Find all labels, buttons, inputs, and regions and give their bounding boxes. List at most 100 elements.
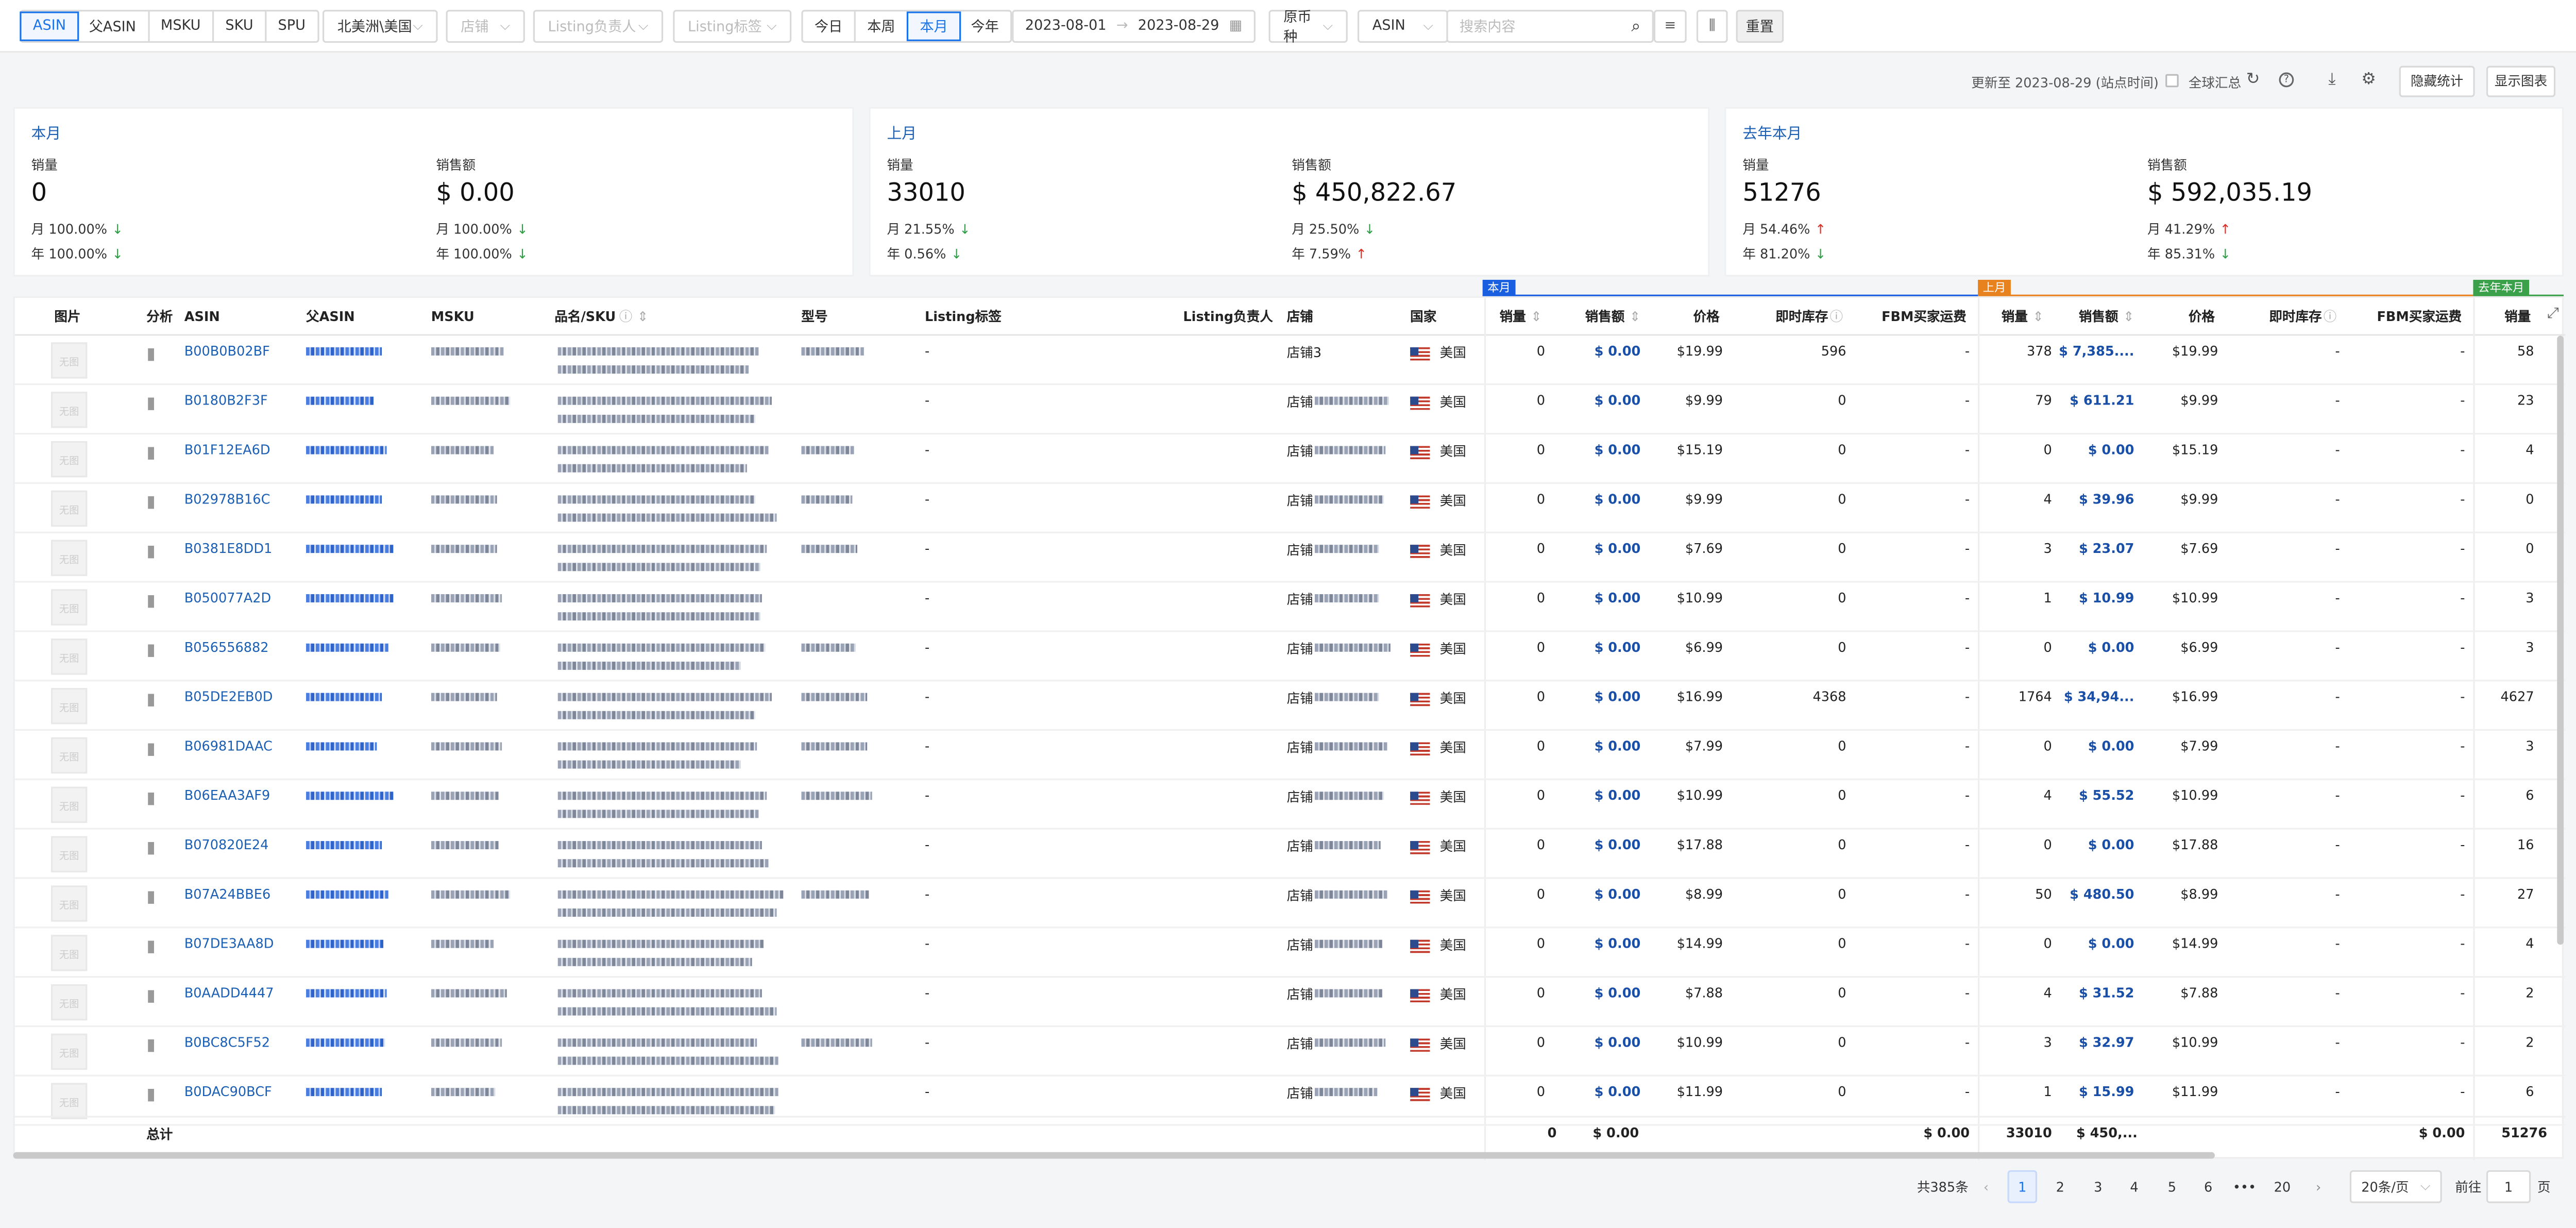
col-fbm-1[interactable]: FBM买家运费 — [1882, 298, 1967, 334]
sort-icon[interactable]: ⇕ — [637, 309, 648, 324]
sort-icon[interactable]: ⇕ — [1630, 309, 1640, 324]
page-button[interactable]: 3 — [2083, 1170, 2112, 1203]
col-name-sku[interactable]: 品名/SKU ⓘ ⇕ — [554, 298, 648, 334]
asin-link[interactable]: B0AADD4447 — [184, 986, 274, 1001]
page-button[interactable]: 1 — [2007, 1170, 2038, 1203]
owner-select[interactable]: Listing负责人 ⌵ — [533, 10, 664, 43]
bar-chart-icon[interactable]: ▮ — [146, 395, 156, 413]
table-row[interactable]: 无图 ▮ B0180B2F3F - 店铺 美国 0 $ 0.00 $9.99 0 - 79 $ 611.… — [14, 385, 2566, 435]
table-row[interactable]: 无图 ▮ B0AADD4447 - 店铺 美国 0 $ 0.00 $7.88 0 - 4 $ 31.52… — [14, 978, 2566, 1027]
asin-link[interactable]: B0DAC90BCF — [184, 1085, 272, 1100]
period-year[interactable]: 今年 — [959, 11, 1010, 41]
list-icon[interactable]: ≡ — [1653, 10, 1687, 43]
bar-chart-icon[interactable]: ▮ — [146, 987, 156, 1005]
table-row[interactable]: 无图 ▮ B050077A2D - 店铺 美国 0 $ 0.00 $10.99 0 - 1 $ 10.9… — [14, 583, 2566, 632]
sort-icon[interactable]: ⇕ — [1531, 309, 1541, 324]
asin-link[interactable]: B07DE3AA8D — [184, 936, 274, 951]
region-select[interactable]: 北美洲\美国 ⌵ — [323, 10, 438, 43]
tag-select[interactable]: Listing标签 ⌵ — [673, 10, 792, 43]
sort-icon[interactable]: ⇕ — [2032, 309, 2043, 324]
bar-chart-icon[interactable]: ▮ — [146, 1037, 156, 1055]
table-row[interactable]: 无图 ▮ B0381E8DD1 - 店铺 美国 0 $ 0.00 $7.69 0 - 3 $ 23.07… — [14, 533, 2566, 583]
dim-asin[interactable]: ASIN — [20, 11, 79, 41]
col-analysis[interactable]: 分析 — [146, 298, 173, 334]
bar-chart-icon[interactable]: ▮ — [146, 938, 156, 956]
col-model[interactable]: 型号 — [801, 298, 827, 334]
horizontal-scrollbar[interactable] — [13, 1152, 2215, 1159]
search-field-select[interactable]: ASIN ⌵ — [1357, 10, 1448, 43]
col-price-2[interactable]: 价格 — [2189, 298, 2215, 334]
table-row[interactable]: 无图 ▮ B0BC8C5F52 - 店铺 美国 0 $ 0.00 $10.99 0 - 3 $ 32.9… — [14, 1027, 2566, 1076]
page-button[interactable]: 5 — [2157, 1170, 2187, 1203]
col-listing-tag[interactable]: Listing标签 — [925, 298, 1002, 334]
col-amt-1[interactable]: 销售额 ⇕ — [1585, 298, 1641, 334]
vertical-scrollbar[interactable] — [2557, 335, 2564, 945]
asin-link[interactable]: B050077A2D — [184, 591, 271, 606]
date-range-picker[interactable]: 2023-08-01 → 2023-08-29 ▦ — [1012, 10, 1256, 43]
asin-link[interactable]: B07A24BBE6 — [184, 887, 271, 902]
col-qty-1[interactable]: 销量 ⇕ — [1500, 298, 1542, 334]
table-row[interactable]: 无图 ▮ B01F12EA6D - 店铺 美国 0 $ 0.00 $15.19 0 - 0 $ 0.00… — [14, 434, 2566, 484]
help-icon[interactable]: ? — [2279, 72, 2294, 88]
bar-chart-icon[interactable]: ▮ — [146, 839, 156, 857]
next-page-icon[interactable]: › — [2303, 1170, 2333, 1203]
refresh-icon[interactable]: ↻ — [2246, 71, 2260, 89]
hide-stats-button[interactable]: 隐藏统计 — [2399, 65, 2475, 97]
col-image[interactable]: 图片 — [54, 298, 80, 334]
search-input[interactable]: 搜索内容 ⌕ — [1446, 10, 1654, 43]
global-summary-checkbox[interactable] — [2165, 74, 2179, 88]
column-settings-icon[interactable]: ⫼ — [1696, 10, 1728, 43]
bar-chart-icon[interactable]: ▮ — [146, 346, 156, 364]
download-icon[interactable]: ⤓ — [2328, 71, 2335, 89]
table-row[interactable]: 无图 ▮ B02978B16C - 店铺 美国 0 $ 0.00 $9.99 0 - 4 $ 39.96… — [14, 484, 2566, 533]
reset-button[interactable]: 重置 — [1736, 10, 1784, 43]
store-select[interactable]: 店铺 ⌵ — [446, 10, 525, 43]
asin-link[interactable]: B0BC8C5F52 — [184, 1035, 270, 1050]
sort-icon[interactable]: ⇕ — [2123, 309, 2134, 324]
period-today[interactable]: 今日 — [803, 11, 856, 41]
bar-chart-icon[interactable]: ▮ — [146, 593, 156, 611]
dim-sku[interactable]: SKU — [214, 11, 267, 41]
col-store[interactable]: 店铺 — [1287, 298, 1313, 334]
bar-chart-icon[interactable]: ▮ — [146, 1086, 156, 1104]
col-parent-asin[interactable]: 父ASIN — [306, 298, 355, 334]
bar-chart-icon[interactable]: ▮ — [146, 494, 156, 512]
col-msku[interactable]: MSKU — [431, 298, 474, 334]
col-amt-2[interactable]: 销售额 ⇕ — [2079, 298, 2134, 334]
col-stock-1[interactable]: 即时库存 ⓘ — [1775, 298, 1843, 334]
asin-link[interactable]: B056556882 — [184, 640, 269, 655]
col-qty-3[interactable]: 销量 — [2504, 298, 2531, 334]
prev-page-icon[interactable]: ‹ — [1971, 1170, 2001, 1203]
asin-link[interactable]: B06EAA3AF9 — [184, 788, 270, 803]
settings-icon[interactable]: ⚙ — [2361, 71, 2376, 89]
col-asin[interactable]: ASIN — [184, 298, 220, 334]
dim-parent-asin[interactable]: 父ASIN — [77, 11, 149, 41]
col-qty-2[interactable]: 销量 ⇕ — [2002, 298, 2044, 334]
currency-select[interactable]: 原币种 ⌵ — [1268, 10, 1348, 46]
expand-icon[interactable]: ⤢ — [2547, 306, 2559, 323]
table-row[interactable]: 无图 ▮ B056556882 - 店铺 美国 0 $ 0.00 $6.99 0 - 0 $ 0.00 $… — [14, 632, 2566, 682]
asin-link[interactable]: B0180B2F3F — [184, 393, 268, 408]
period-month[interactable]: 本月 — [906, 11, 961, 41]
page-size-select[interactable]: 20条/页 ⌵ — [2349, 1170, 2442, 1203]
period-week[interactable]: 本周 — [856, 11, 909, 41]
asin-link[interactable]: B01F12EA6D — [184, 443, 270, 458]
table-row[interactable]: 无图 ▮ B06981DAAC - 店铺 美国 0 $ 0.00 $7.99 0 - 0 $ 0.00 $… — [14, 731, 2566, 780]
asin-link[interactable]: B02978B16C — [184, 492, 270, 507]
col-country[interactable]: 国家 — [1410, 298, 1436, 334]
page-button[interactable]: 6 — [2193, 1170, 2223, 1203]
bar-chart-icon[interactable]: ▮ — [146, 741, 156, 759]
asin-link[interactable]: B05DE2EB0D — [184, 689, 273, 704]
bar-chart-icon[interactable]: ▮ — [146, 543, 156, 561]
asin-link[interactable]: B00B0B02BF — [184, 344, 270, 359]
table-row[interactable]: 无图 ▮ B070820E24 - 店铺 美国 0 $ 0.00 $17.88 0 - 0 $ 0.00… — [14, 830, 2566, 879]
show-chart-button[interactable]: 显示图表 — [2486, 65, 2556, 97]
asin-link[interactable]: B06981DAAC — [184, 739, 273, 754]
bar-chart-icon[interactable]: ▮ — [146, 444, 156, 462]
table-row[interactable]: 无图 ▮ B07DE3AA8D - 店铺 美国 0 $ 0.00 $14.99 0 - 0 $ 0.00… — [14, 928, 2566, 978]
col-stock-2[interactable]: 即时库存 ⓘ — [2269, 298, 2336, 334]
bar-chart-icon[interactable]: ▮ — [146, 790, 156, 808]
bar-chart-icon[interactable]: ▮ — [146, 889, 156, 907]
bar-chart-icon[interactable]: ▮ — [146, 642, 156, 660]
table-row[interactable]: 无图 ▮ B07A24BBE6 - 店铺 美国 0 $ 0.00 $8.99 0 - 50 $ 480.… — [14, 879, 2566, 929]
